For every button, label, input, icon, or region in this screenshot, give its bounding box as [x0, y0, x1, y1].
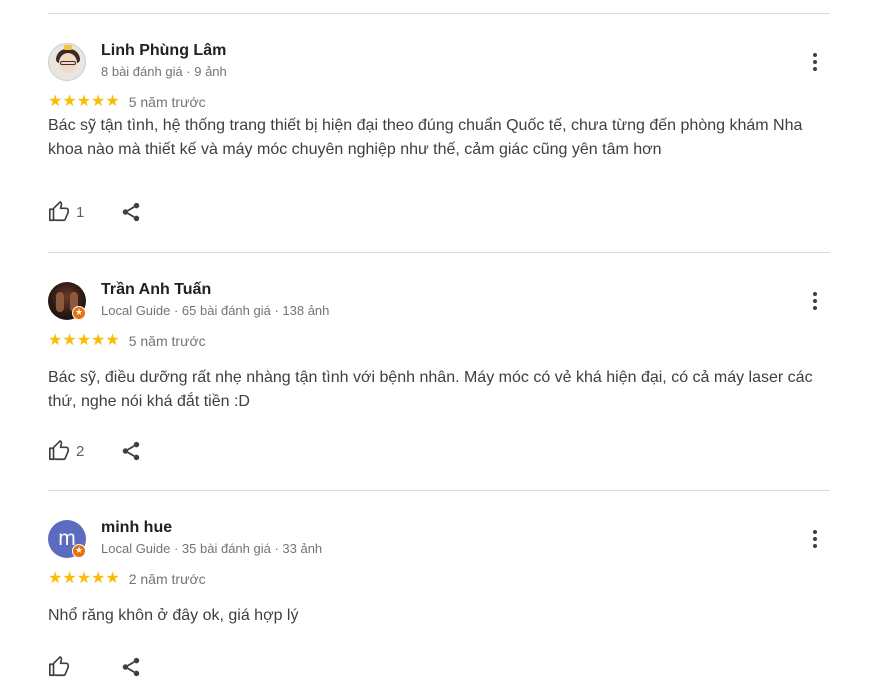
like-button[interactable]: 2: [48, 440, 86, 462]
like-button[interactable]: 1: [48, 201, 86, 223]
share-icon: [120, 656, 142, 678]
review-actions: [48, 655, 142, 679]
share-button[interactable]: [120, 656, 142, 678]
reviewer-name[interactable]: Trần Anh Tuấn: [101, 281, 211, 299]
review-text: Bác sỹ, điều dưỡng rất nhẹ nhàng tận tìn…: [48, 369, 813, 410]
review-actions: 2: [48, 439, 142, 463]
more-vert-icon: [813, 292, 817, 296]
review-actions: 1: [48, 200, 142, 224]
review-time: 5 năm trước: [128, 333, 206, 349]
star-rating: ★★★★★: [48, 332, 120, 349]
more-vert-icon: [813, 53, 817, 57]
more-options-button[interactable]: [800, 524, 830, 554]
share-icon: [120, 201, 142, 223]
rating-row: ★★★★★ 2 năm trước: [48, 570, 206, 588]
rating-row: ★★★★★ 5 năm trước: [48, 332, 206, 350]
review-time: 5 năm trước: [128, 94, 206, 110]
more-options-button[interactable]: [800, 286, 830, 316]
reviewer-name[interactable]: minh hue: [101, 519, 172, 537]
reviewer-meta: 8 bài đánh giá · 9 ảnh: [101, 64, 227, 79]
rating-row: ★★★★★ 5 năm trước: [48, 93, 206, 111]
star-rating: ★★★★★: [48, 570, 120, 587]
reviewer-meta: Local Guide · 35 bài đánh giá · 33 ảnh: [101, 541, 323, 556]
review-divider: [48, 252, 830, 253]
star-rating: ★★★★★: [48, 93, 120, 110]
share-icon: [120, 440, 142, 462]
share-button[interactable]: [120, 440, 142, 462]
local-guide-badge-icon: ★: [72, 306, 86, 320]
local-guide-badge-icon: ★: [72, 544, 86, 558]
review-card: m ★ minh hue Local Guide · 35 bài đánh g…: [48, 519, 830, 698]
review-text: Bác sỹ tận tình, hệ thống trang thiết bị…: [48, 117, 803, 158]
reviewer-name[interactable]: Linh Phùng Lâm: [101, 42, 226, 60]
review-card: ★ Trần Anh Tuấn Local Guide · 65 bài đán…: [48, 281, 830, 472]
reviewer-meta: Local Guide · 65 bài đánh giá · 138 ảnh: [101, 303, 330, 318]
like-count: 2: [76, 442, 85, 460]
thumbs-up-icon: [48, 201, 70, 223]
share-button[interactable]: [120, 201, 142, 223]
review-time: 2 năm trước: [128, 571, 206, 587]
review-divider: [48, 490, 830, 491]
review-card: Linh Phùng Lâm 8 bài đánh giá · 9 ảnh ★★…: [48, 42, 830, 233]
thumbs-up-icon: [48, 656, 70, 678]
like-button[interactable]: [48, 656, 86, 678]
more-vert-icon: [813, 530, 817, 534]
like-count: 1: [76, 203, 85, 221]
reviewer-avatar[interactable]: [48, 43, 86, 81]
more-options-button[interactable]: [800, 47, 830, 77]
review-text: Nhổ răng khôn ở đây ok, giá hợp lý: [48, 607, 299, 624]
top-divider: [48, 13, 830, 14]
thumbs-up-icon: [48, 440, 70, 462]
